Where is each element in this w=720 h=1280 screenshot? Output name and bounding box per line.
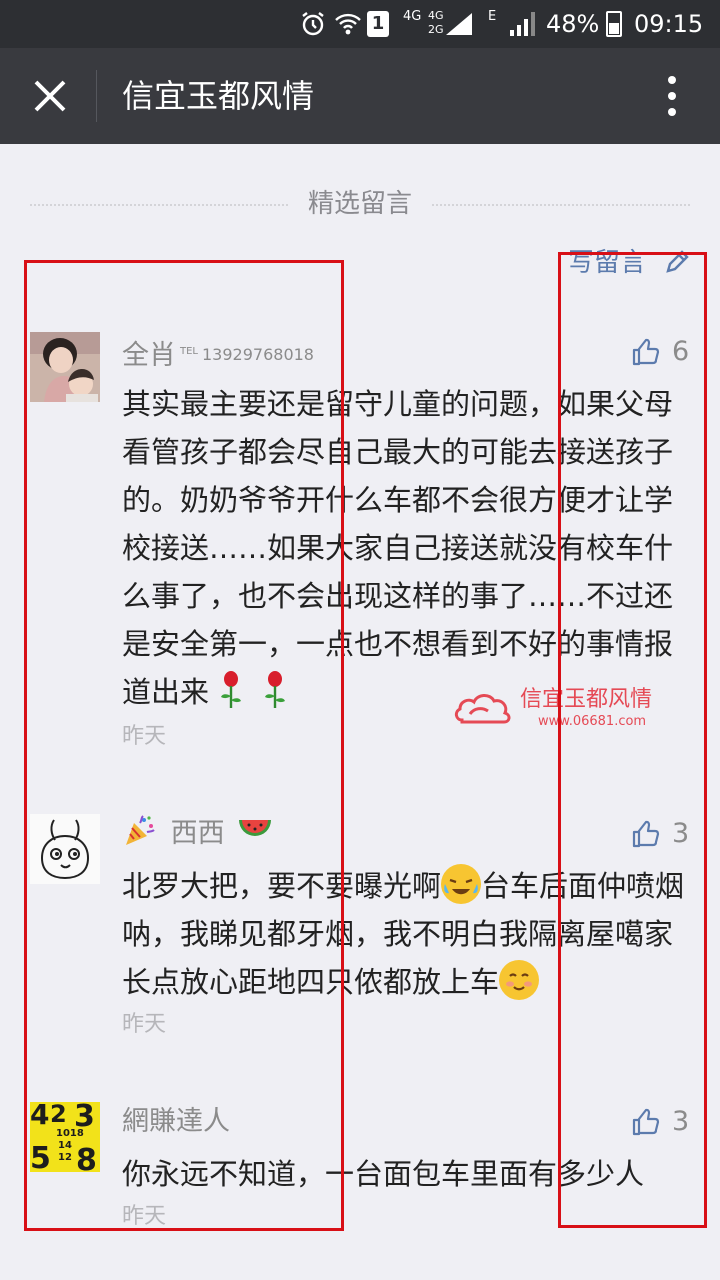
page-title: 信宜玉都风情 (122, 77, 315, 115)
write-comment-link[interactable]: 写留言 (568, 243, 646, 283)
header-divider-right (432, 204, 690, 206)
number-avatar-icon: 4 2 3 1018 14 12 5 8 (30, 1102, 100, 1172)
like-button[interactable]: 3 (632, 816, 692, 852)
comment-text: 北罗大把，要不要曝光啊 台车后面仲喷烟呐，我睇见都牙烟，我不明白我隔离屋噶家长点放… (122, 862, 692, 1006)
comment-time: 昨天 (122, 724, 167, 749)
sim-card-icon: 1 (367, 11, 389, 37)
comment-nickname: 西西 (122, 814, 273, 854)
avatar[interactable] (30, 332, 100, 402)
header-divider-left (30, 204, 288, 206)
battery-icon (606, 11, 622, 37)
comment-item: 4 2 3 1018 14 12 5 8 網賺達人 3 你永远不知道，一台面包车… (0, 1102, 720, 1232)
status-bar: 1 4G 4G 2G E 48% 09:15 (0, 0, 720, 48)
avatar[interactable]: 4 2 3 1018 14 12 5 8 (30, 1102, 100, 1172)
like-count: 3 (672, 818, 690, 849)
like-count: 3 (672, 1106, 690, 1137)
comment-text: 你永远不知道，一台面包车里面有多少人 (122, 1157, 645, 1191)
network-4g-label: 4G (403, 9, 422, 24)
comment-time: 昨天 (122, 1012, 167, 1037)
featured-comments-header: 精选留言 (0, 182, 720, 226)
network-e-label: E (488, 9, 497, 24)
comment-nickname: 全肖 TEL 13929768018 (122, 332, 314, 372)
cloud-logo-icon (454, 694, 511, 724)
rose-emoji-icon (221, 671, 242, 708)
featured-comments-title: 精选留言 (307, 189, 412, 219)
like-button[interactable]: 3 (632, 1104, 692, 1140)
comment-text: 其实最主要还是留守儿童的问题，如果父母看管孩子都会尽自己最大的可能去接送孩子的。… (122, 380, 692, 716)
top-navigation-bar: 信宜玉都风情 (0, 48, 720, 144)
party-popper-icon (126, 815, 155, 845)
close-icon (34, 80, 66, 112)
battery-percent: 48% (546, 10, 600, 38)
signal-strength-icon (510, 12, 535, 36)
network-4g-small: 4G (428, 9, 444, 22)
nav-divider (96, 70, 97, 122)
comment-nickname: 網賺達人 (122, 1106, 230, 1137)
nickname-tel-sup: TEL (180, 346, 198, 357)
smiling-blush-emoji-icon (499, 960, 540, 1000)
thumbs-up-icon (632, 820, 660, 848)
site-watermark: 信宜玉都风情 www.06681.com (454, 686, 684, 736)
nickname-tel-number: 13929768018 (202, 345, 314, 364)
watermark-url: www.06681.com (538, 714, 647, 729)
avatar-photo-icon (30, 332, 100, 402)
comment-item: 西西 3 北罗大把，要不要曝光啊 台车后面仲喷烟呐，我睇见都牙烟，我不明白我隔离屋… (0, 814, 720, 1040)
nickname-text: 西西 (170, 818, 225, 849)
rabbit-avatar-icon (30, 814, 100, 884)
dual-network-indicator: 4G 2G (428, 9, 472, 37)
more-options-button[interactable] (648, 68, 696, 124)
avatar-digit-2: 2 (50, 1102, 67, 1128)
like-count: 6 (672, 336, 690, 367)
avatar-digit-7: 5 (30, 1141, 51, 1172)
watermark-title: 信宜玉都风情 (520, 687, 653, 712)
crying-laughing-emoji-icon (441, 864, 482, 904)
thumbs-up-icon (632, 338, 660, 366)
pen-icon[interactable] (664, 249, 690, 275)
avatar-digit-8: 8 (76, 1143, 97, 1172)
avatar-digit-5: 14 (58, 1140, 72, 1151)
avatar[interactable] (30, 814, 100, 884)
network-2g-small: 2G (428, 23, 444, 36)
wifi-icon (335, 13, 361, 35)
close-button[interactable] (24, 68, 76, 124)
watermelon-icon (239, 820, 272, 836)
thumbs-up-icon (632, 1108, 660, 1136)
comment-text-content: 其实最主要还是留守儿童的问题，如果父母看管孩子都会尽自己最大的可能去接送孩子的。… (122, 387, 674, 709)
rose-emoji-icon (265, 671, 286, 708)
comment-text-part-1: 北罗大把，要不要曝光啊 (122, 869, 442, 903)
avatar-digit-1: 4 (30, 1102, 49, 1131)
sim-label: 1 (371, 13, 385, 34)
clock: 09:15 (634, 10, 704, 38)
like-button[interactable]: 6 (632, 334, 692, 370)
nickname-text: 全肖 (122, 340, 176, 371)
avatar-digit-4: 1018 (56, 1128, 84, 1139)
comment-time: 昨天 (122, 1204, 167, 1229)
alarm-icon (302, 12, 324, 36)
signal-icon (446, 13, 472, 35)
avatar-digit-6: 12 (58, 1152, 72, 1163)
